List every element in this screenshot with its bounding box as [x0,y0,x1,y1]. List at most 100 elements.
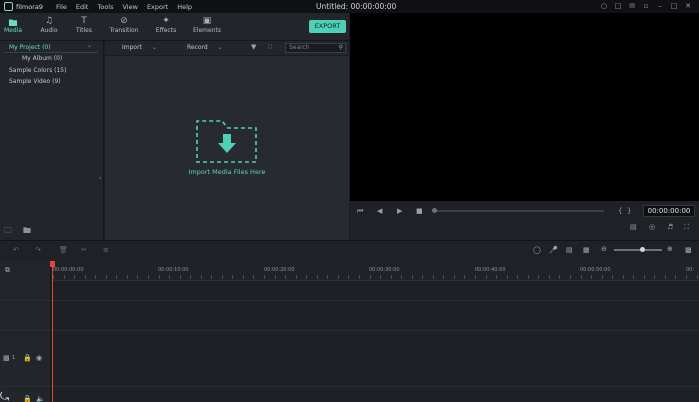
minimize-icon[interactable]: – [653,2,667,10]
menu-view[interactable]: View [123,3,138,11]
menu-edit[interactable]: Edit [76,3,89,11]
mark-in-icon[interactable]: { [618,207,622,215]
new-folder-icon[interactable]: 🗀 [4,225,12,239]
redo-icon[interactable]: ↷ [35,246,41,254]
account-icon[interactable]: □ [611,2,625,10]
grid-view-icon[interactable]: ∷ [268,43,272,51]
main-toolbar: 🖿 Media ♫ Audio T Titles ⊘ Transition ✦ … [0,13,349,41]
tab-titles[interactable]: T Titles [74,16,94,34]
playhead[interactable] [52,261,53,402]
volume-icon[interactable]: ♬ [667,223,673,231]
tab-media[interactable]: 🖿 Media [3,16,23,34]
maximize-icon[interactable]: □ [667,2,681,10]
split-screen-icon[interactable]: ▦ [583,246,590,254]
ruler-label: 00:00:50:00 [580,267,611,273]
render-preview-icon[interactable]: ▤ [630,223,637,231]
text-icon: T [81,16,87,26]
skip-back-icon[interactable]: ⏮ [357,207,363,216]
timeline-settings-icon[interactable]: ▩ [685,246,692,254]
ruler-tick [243,275,244,279]
media-area: Import ⌄ Record ⌄ ▼ ∷ Search ⚲ Import Medi… [105,41,349,240]
menu-tools[interactable]: Tools [97,3,113,11]
ruler-tick [475,275,476,279]
tab-audio[interactable]: ♫ Audio [38,16,60,34]
marker-icon[interactable]: ◯ [533,246,541,254]
ruler-tick [591,275,592,279]
record-dropdown[interactable]: Record ⌄ [187,44,223,51]
mail-icon[interactable]: ✉ [625,2,639,10]
add-track-icon[interactable]: ⧉ [5,266,10,275]
microphone-icon[interactable]: 🎤 [549,246,558,254]
import-dropdown-label: Import [122,44,142,51]
zoom-slider-handle[interactable] [640,247,645,252]
import-media-label[interactable]: Import Media Files Here [171,168,283,176]
lock-icon[interactable]: 🔒 [23,354,32,362]
delete-icon[interactable]: 🗑 [59,246,68,254]
tab-effects[interactable]: ✦ Effects [154,16,178,34]
preview-scrub-track[interactable] [434,210,604,212]
music-note-icon: ♫ [44,16,54,26]
search-icon[interactable]: ⚲ [339,44,343,52]
tab-media-label: Media [3,27,23,34]
stop-icon[interactable]: ■ [416,207,423,215]
collapse-panel-icon[interactable]: ‹ [99,175,101,182]
library-item-my-album[interactable]: My Album (0) [22,55,62,62]
ruler-tick [159,275,160,279]
filmora-logo-icon [4,2,13,11]
tab-titles-label: Titles [76,27,92,34]
audio-lock-icon[interactable]: 🔒 [23,395,32,402]
cut-icon[interactable]: ✂ [81,246,87,254]
step-back-icon[interactable]: ◀ [377,207,382,215]
library-panel: My Project (0) ⌄ My Album (0) Sample Col… [0,41,104,240]
folder-remove-icon[interactable]: 🖿 [23,225,31,239]
mark-out-icon[interactable]: } [627,207,631,215]
ruler-tick [559,275,560,279]
transition-icon: ⊘ [120,16,128,26]
ruler-tick [517,275,518,279]
zoom-in-icon[interactable]: ⊕ [667,245,673,253]
ruler-tick [137,275,138,279]
snapshot-icon[interactable]: ◎ [649,223,655,231]
tab-transition[interactable]: ⊘ Transition [109,16,139,34]
library-item-my-project[interactable]: My Project (0) [9,44,51,51]
library-item-sample-colors[interactable]: Sample Colors (15) [9,67,66,74]
app-logo: filmora9 [4,2,50,11]
close-icon[interactable]: ✕ [681,2,695,10]
search-input[interactable]: Search ⚲ [285,43,346,53]
export-button[interactable]: EXPORT [309,20,346,33]
undo-icon[interactable]: ↶ [13,246,19,254]
video-track-1[interactable] [0,331,699,387]
notification-icon[interactable]: ▫ [639,2,653,10]
mixer-icon[interactable]: ▤ [566,246,573,254]
fullscreen-icon[interactable]: ⛶ [684,223,689,232]
tab-elements[interactable]: ▣ Elements [193,16,221,34]
image-icon: ▣ [202,16,212,26]
filter-icon[interactable]: ▼ [251,43,256,51]
speaker-icon[interactable]: 🔈 [36,395,45,402]
import-dropdown[interactable]: Import ⌄ [122,44,157,51]
ruler-tick [391,275,392,279]
tab-transition-label: Transition [109,27,139,34]
user-icon[interactable]: ○ [597,2,611,10]
chevron-down-icon[interactable]: ⌄ [87,42,92,49]
import-folder-icon[interactable] [196,120,258,163]
library-footer: 🗀 🖿 [4,225,42,239]
ruler-tick [348,275,349,279]
menu-help[interactable]: Help [177,3,192,11]
zoom-slider-track[interactable] [614,249,662,251]
library-item-sample-video[interactable]: Sample Video (9) [9,78,61,85]
ruler-tick [201,275,202,279]
zoom-out-icon[interactable]: ⊖ [601,245,607,253]
ruler-tick [581,275,582,279]
app-name: filmora9 [16,2,43,11]
preview-scrub-handle[interactable] [432,208,437,213]
menu-file[interactable]: File [56,3,67,11]
play-icon[interactable]: ▶ [397,207,402,215]
playhead-handle[interactable] [50,261,55,267]
menu-export[interactable]: Export [147,3,168,11]
track-row-empty [0,301,699,331]
adjust-icon[interactable]: ≡ [103,246,109,254]
ruler-tick [180,275,181,279]
eye-icon[interactable]: ◉ [36,354,42,362]
import-chevron-icon: ⌄ [151,44,157,51]
